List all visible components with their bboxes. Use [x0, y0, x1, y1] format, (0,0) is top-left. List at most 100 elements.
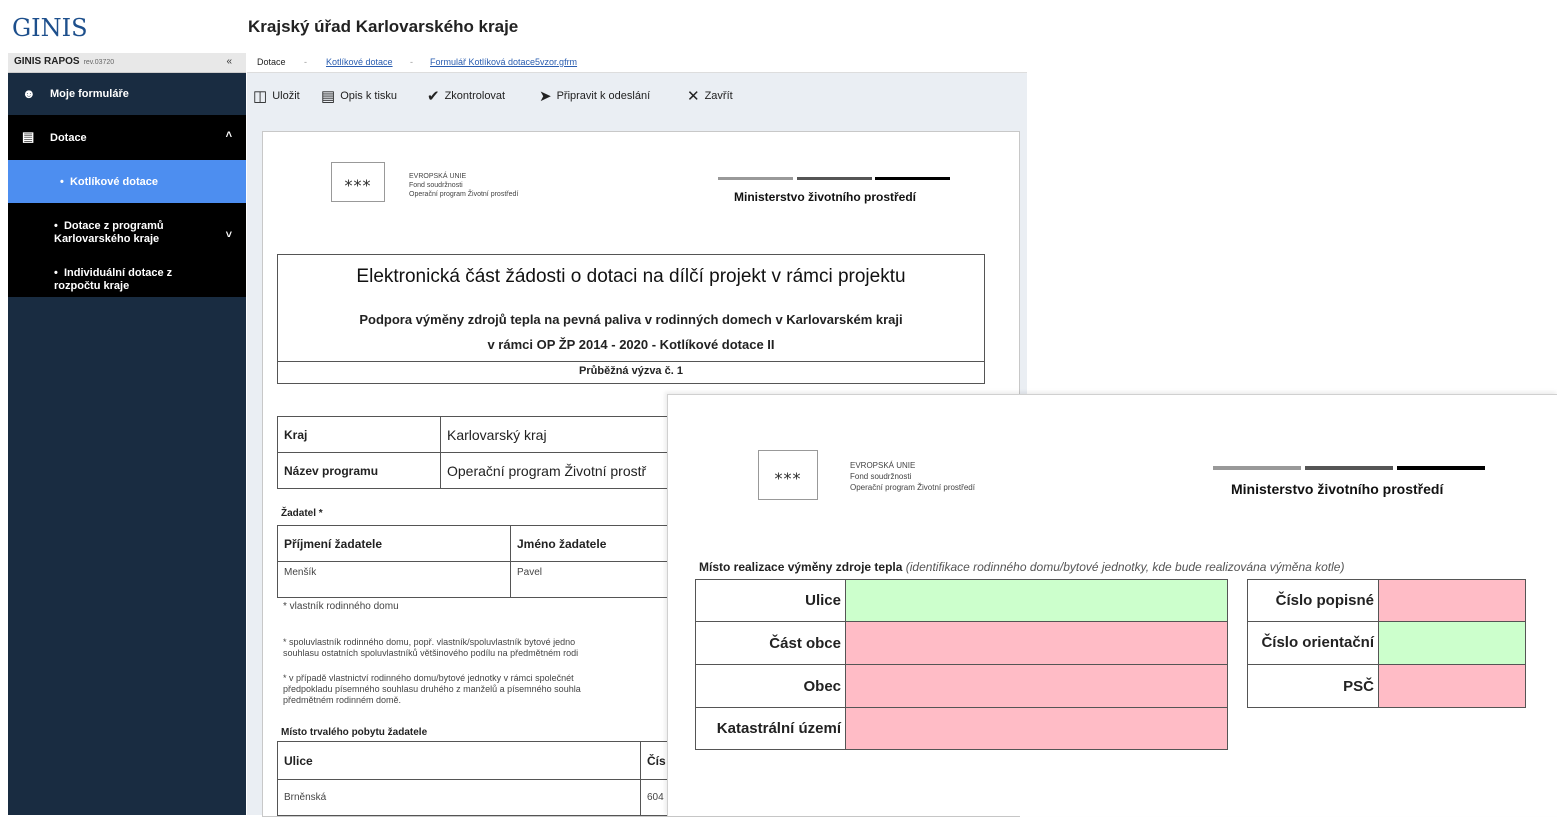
print-copy-button[interactable]: ▤ Opis k tisku — [321, 87, 397, 105]
form-call: Průběžná výzva č. 1 — [579, 365, 683, 377]
table-row: Číslo popisné — [1247, 579, 1526, 622]
ministry-name: Ministerstvo životního prostředí — [1231, 481, 1444, 497]
eu-text: EVROPSKÁ UNIE Fond soudržnosti Operační … — [850, 460, 975, 493]
pdf-icon: ▤ — [321, 88, 336, 105]
form-title: Elektronická část žádosti o dotaci na dí… — [356, 266, 906, 287]
postal-code-input[interactable] — [1378, 664, 1526, 708]
district-label: Část obce — [695, 621, 846, 665]
sidebar-item-label: • Dotace z programů Karlovarského kraje — [54, 220, 164, 245]
save-button[interactable]: ◫ Uložit — [253, 87, 300, 105]
check-icon: ✔ — [427, 88, 440, 105]
note-line: souhlasu ostatních spoluvlastníků většin… — [283, 648, 579, 658]
ministry-bar — [1305, 466, 1393, 470]
ministry-bar — [797, 177, 872, 180]
eu-text-line: Fond soudržnosti — [850, 472, 912, 481]
eu-text-line: EVROPSKÁ UNIE — [409, 173, 467, 180]
firstname-label: Jméno žadatele — [510, 525, 677, 562]
save-icon: ◫ — [253, 88, 268, 105]
house-number-label: Číslo popisné — [1247, 579, 1379, 622]
surname-field[interactable]: Menšík — [277, 561, 511, 598]
realization-heading-title: Místo realizace výměny zdroje tepla — [699, 560, 903, 574]
note-owner: * vlastník rodinného domu — [283, 601, 399, 612]
close-icon: ✕ — [687, 88, 700, 105]
residence-label: Místo trvalého pobytu žadatele — [281, 727, 428, 738]
ministry-bar — [718, 177, 793, 180]
sidebar-item-moje-formulare[interactable]: ☻ Moje formuláře — [8, 73, 246, 115]
street-input[interactable] — [845, 579, 1228, 622]
check-button[interactable]: ✔ Zkontrolovat — [427, 87, 505, 105]
table-row: Ulice — [695, 579, 1228, 622]
firstname-field[interactable]: Pavel — [510, 561, 677, 598]
orientation-number-label: Číslo orientační — [1247, 621, 1379, 665]
orientation-number-input[interactable] — [1378, 621, 1526, 665]
program-value[interactable]: Operační program Životní prostř — [440, 452, 677, 489]
breadcrumb-item-current[interactable]: Formulář Kotlíková dotace5vzor.gfrm — [430, 57, 577, 67]
form-subtitle: Podpora výměny zdrojů tepla na pevná pal… — [278, 307, 984, 357]
municipality-label: Obec — [695, 664, 846, 708]
chevron-up-icon: ˄ — [225, 129, 232, 141]
breadcrumb-separator: - — [410, 57, 413, 67]
table-row: Katastrální území — [695, 707, 1228, 750]
realization-heading-note: (identifikace rodinného domu/bytové jedn… — [905, 560, 1345, 574]
address-table-right: Číslo popisné Číslo orientační PSČ — [1247, 579, 1526, 708]
sidebar-item-label: Moje formuláře — [50, 88, 129, 100]
address-table-left: Ulice Část obce Obec Katastrální území — [695, 579, 1228, 750]
office-title: Krajský úřad Karlovarského kraje — [248, 17, 519, 36]
ministry-bar — [875, 177, 950, 180]
applicant-table: Příjmení žadatele Jméno žadatele Menšík … — [277, 525, 677, 598]
eu-text-line: EVROPSKÁ UNIE — [850, 461, 916, 470]
user-icon: ☻ — [22, 86, 36, 101]
zoomed-form-detail: ⁎⁎⁎ EVROPSKÁ UNIE Fond soudržnosti Opera… — [667, 394, 1557, 816]
ministry-name: Ministerstvo životního prostředí — [734, 190, 917, 204]
kraj-label: Kraj — [277, 416, 441, 453]
district-input[interactable] — [845, 621, 1228, 665]
app-revision: rev.03720 — [83, 59, 115, 66]
sidebar: GINIS RAPOS rev.03720 « ☻ Moje formuláře … — [8, 53, 246, 815]
app-name: GINIS RAPOS rev.03720 — [14, 56, 115, 67]
divider — [278, 361, 984, 362]
table-row: Část obce — [695, 621, 1228, 665]
sidebar-item-label: Dotace — [50, 132, 87, 144]
program-label: Název programu — [277, 452, 441, 489]
surname-label: Příjmení žadatele — [277, 525, 511, 562]
collapse-sidebar-icon[interactable]: « — [226, 56, 232, 67]
sidebar-item-individualni-dotace[interactable]: • Individuální dotace z rozpočtu kraje — [8, 249, 246, 297]
municipality-input[interactable] — [845, 664, 1228, 708]
sidebar-item-label: • Kotlíkové dotace — [60, 176, 158, 188]
sidebar-item-dotace[interactable]: ▤ Dotace ˄ — [8, 115, 246, 160]
note-line: předpokladu písemného souhlasu druhého z… — [283, 684, 581, 694]
residence-table: Ulice Čís Brněnská 604 — [277, 741, 677, 816]
breadcrumb-item[interactable]: Dotace — [257, 57, 286, 67]
house-number-input[interactable] — [1378, 579, 1526, 622]
applicant-label: Žadatel * — [281, 508, 323, 519]
breadcrumb-item[interactable]: Kotlíkové dotace — [326, 57, 393, 67]
eu-text: EVROPSKÁ UNIE Fond soudržnosti Operační … — [409, 172, 518, 199]
street-field[interactable]: Brněnská — [277, 779, 641, 816]
close-button[interactable]: ✕ Zavřít — [687, 87, 733, 105]
ministry-bar — [1397, 466, 1485, 470]
send-icon: ➤ — [539, 88, 552, 105]
prepare-send-button[interactable]: ➤ Připravit k odeslání — [539, 87, 650, 105]
eu-text-line: Operační program Životní prostředí — [850, 483, 975, 492]
cadastral-input[interactable] — [845, 707, 1228, 750]
breadcrumb: Dotace - Kotlíkové dotace - Formulář Kot… — [247, 53, 1027, 73]
eu-flag-icon: ⁎⁎⁎ — [331, 162, 385, 202]
breadcrumb-separator: - — [304, 57, 307, 67]
eu-text-line: Fond soudržnosti — [409, 182, 463, 189]
kraj-value[interactable]: Karlovarský kraj — [440, 416, 677, 453]
toolbar: ◫ Uložit ▤ Opis k tisku ✔ Zkontrolovat ➤ Při… — [247, 73, 1027, 117]
table-row: Obec — [695, 664, 1228, 708]
note-line: předmětném rodinném domě. — [283, 695, 402, 705]
ministry-bar — [1213, 466, 1301, 470]
ginis-logo: GINIS — [12, 14, 88, 42]
program-table: Kraj Karlovarský kraj Název programu Ope… — [277, 416, 677, 489]
sidebar-item-label: • Individuální dotace z rozpočtu kraje — [54, 267, 173, 292]
sidebar-item-kotlikove-dotace[interactable]: • Kotlíkové dotace — [8, 160, 246, 203]
table-row: Číslo orientační — [1247, 621, 1526, 665]
sidebar-item-dotace-z-programu[interactable]: • Dotace z programů Karlovarského kraje … — [8, 203, 246, 249]
table-row: PSČ — [1247, 664, 1526, 708]
street-label: Ulice — [695, 579, 846, 622]
eu-flag-icon: ⁎⁎⁎ — [758, 450, 818, 500]
form-subtitle-line: Podpora výměny zdrojů tepla na pevná pal… — [359, 312, 903, 327]
street-label: Ulice — [277, 741, 641, 780]
